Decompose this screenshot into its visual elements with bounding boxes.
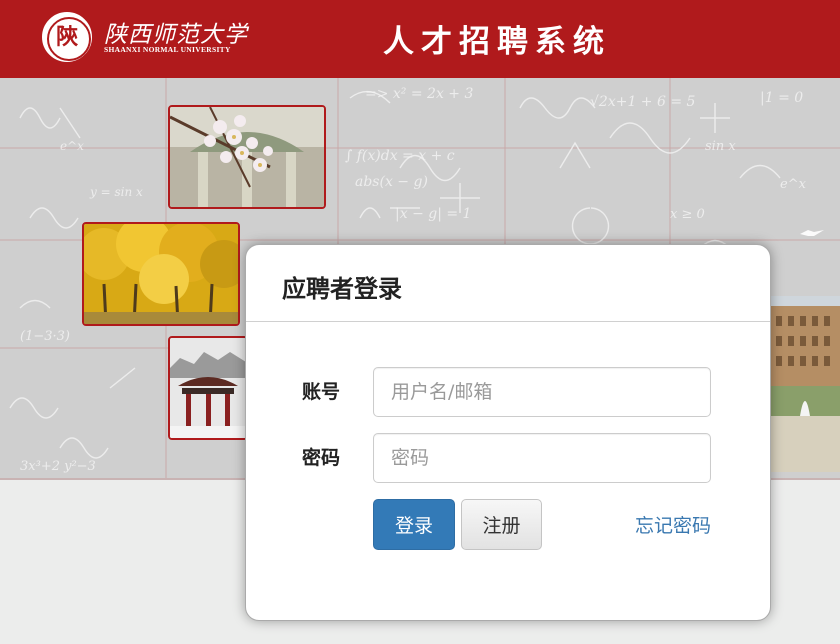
svg-text:|x − g| = 1: |x − g| = 1	[395, 206, 471, 222]
password-label: 密码	[302, 447, 341, 469]
top-header: 陝 陕西师范大学 SHAANXI NORMAL UNIVERSITY 人才招聘系…	[0, 0, 840, 78]
svg-text:√2x+1 + 6 = 5: √2x+1 + 6 = 5	[590, 94, 696, 110]
system-title: 人才招聘系统	[383, 24, 611, 60]
svg-text:3x³+2 y²−3: 3x³+2 y²−3	[20, 459, 96, 474]
login-title: 应聘者登录	[282, 275, 402, 303]
account-label: 账号	[302, 381, 341, 403]
svg-text:abs(x − g): abs(x − g)	[355, 174, 428, 190]
university-name-en: SHAANXI NORMAL UNIVERSITY	[104, 45, 231, 54]
svg-text:x ≥ 0: x ≥ 0	[670, 207, 705, 222]
password-input[interactable]	[373, 433, 711, 483]
campus-building-photo	[770, 296, 840, 472]
svg-text:(1−3·3): (1−3·3)	[20, 329, 70, 344]
svg-text:=> x² = 2x + 3: => x² = 2x + 3	[365, 86, 473, 102]
svg-text:e^x: e^x	[780, 177, 807, 192]
svg-text:sin x: sin x	[705, 139, 736, 154]
pavilion-blossom-photo	[168, 105, 326, 209]
seal-glyph: 陝	[55, 24, 78, 50]
card-divider	[246, 321, 770, 322]
ginkgo-trees-photo	[82, 222, 240, 326]
university-seal-logo: 陝	[42, 12, 92, 62]
forgot-password-link[interactable]: 忘记密码	[635, 511, 711, 538]
login-button[interactable]: 登录	[373, 499, 455, 550]
svg-text:|1 = 0: |1 = 0	[760, 90, 803, 106]
account-input[interactable]	[373, 367, 711, 417]
svg-text:y = sin x: y = sin x	[89, 185, 143, 199]
login-card: 应聘者登录 账号 密码 登录 注册 忘记密码	[245, 244, 771, 621]
register-button[interactable]: 注册	[461, 499, 542, 550]
svg-text:∫ f(x)dx = x + c: ∫ f(x)dx = x + c	[345, 148, 455, 164]
svg-text:e^x: e^x	[60, 139, 84, 153]
snowy-pavilion-photo	[168, 336, 248, 440]
university-name-cn: 陕西师范大学	[104, 22, 248, 48]
